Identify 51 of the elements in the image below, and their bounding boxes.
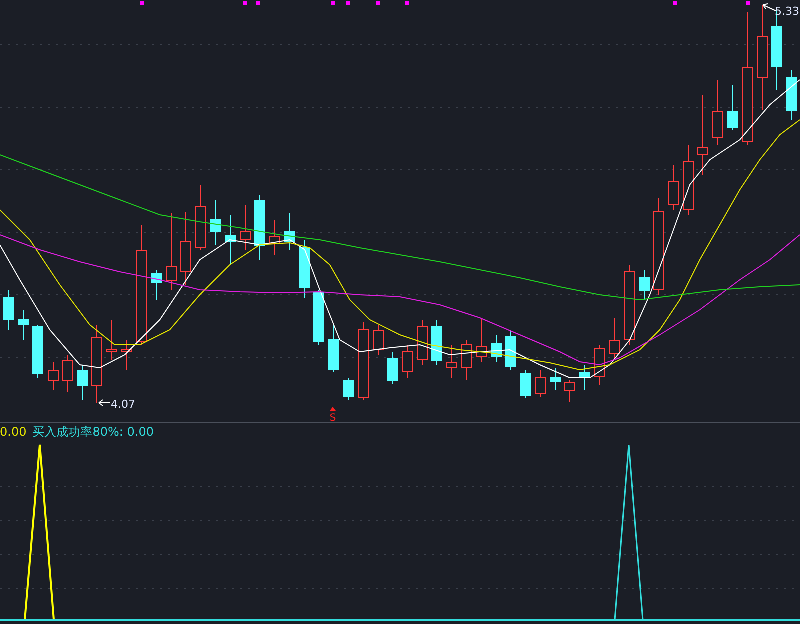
candlestick xyxy=(226,214,236,266)
candlestick xyxy=(4,290,14,330)
candlestick xyxy=(492,334,502,362)
candlestick xyxy=(344,378,354,400)
candlestick xyxy=(122,340,132,370)
candlestick xyxy=(240,204,252,250)
candlestick xyxy=(388,352,398,384)
candlestick xyxy=(594,344,606,386)
candlestick xyxy=(314,290,324,346)
candlestick xyxy=(270,220,280,256)
pointer-arrow-icon xyxy=(762,4,776,12)
candlestick xyxy=(684,144,694,216)
candlestick xyxy=(106,320,118,360)
candlestick xyxy=(300,240,310,298)
candlestick xyxy=(418,320,428,366)
candlestick xyxy=(328,324,340,372)
candlestick xyxy=(580,364,590,390)
candlestick xyxy=(196,184,206,250)
candlestick xyxy=(32,324,44,378)
candlestick xyxy=(78,364,88,400)
candlestick xyxy=(18,310,30,340)
candlestick xyxy=(712,80,724,146)
up-arrow-icon xyxy=(330,407,336,411)
candlestick xyxy=(728,84,738,130)
candlestick xyxy=(62,354,74,392)
candlestick xyxy=(668,164,680,210)
candlestick xyxy=(550,368,562,390)
legend-text: 0.00 xyxy=(0,425,27,439)
pointer-arrow-icon xyxy=(98,400,110,406)
candlestick xyxy=(506,330,516,370)
candlestick xyxy=(446,344,458,378)
candlestick xyxy=(152,270,162,300)
candlestick xyxy=(284,212,296,250)
candlestick xyxy=(48,362,60,390)
candlestick xyxy=(520,370,532,398)
candlestick xyxy=(462,340,472,380)
candlestick xyxy=(786,70,798,120)
candlestick xyxy=(640,270,650,300)
candlestick xyxy=(402,344,414,378)
low-price-label: 4.07 xyxy=(111,398,136,411)
candlestick xyxy=(210,200,222,246)
candlestick xyxy=(432,320,442,366)
candlestick xyxy=(610,318,620,360)
candlestick xyxy=(536,370,546,398)
candlestick xyxy=(476,318,488,362)
candlestick xyxy=(564,380,576,402)
legend-text: 买入成功率80%: 0.00 xyxy=(32,425,154,439)
high-price-label: 5.33 xyxy=(775,5,800,18)
candlestick xyxy=(374,324,384,356)
signal-marker: S xyxy=(330,413,336,424)
candlestick xyxy=(254,194,266,260)
